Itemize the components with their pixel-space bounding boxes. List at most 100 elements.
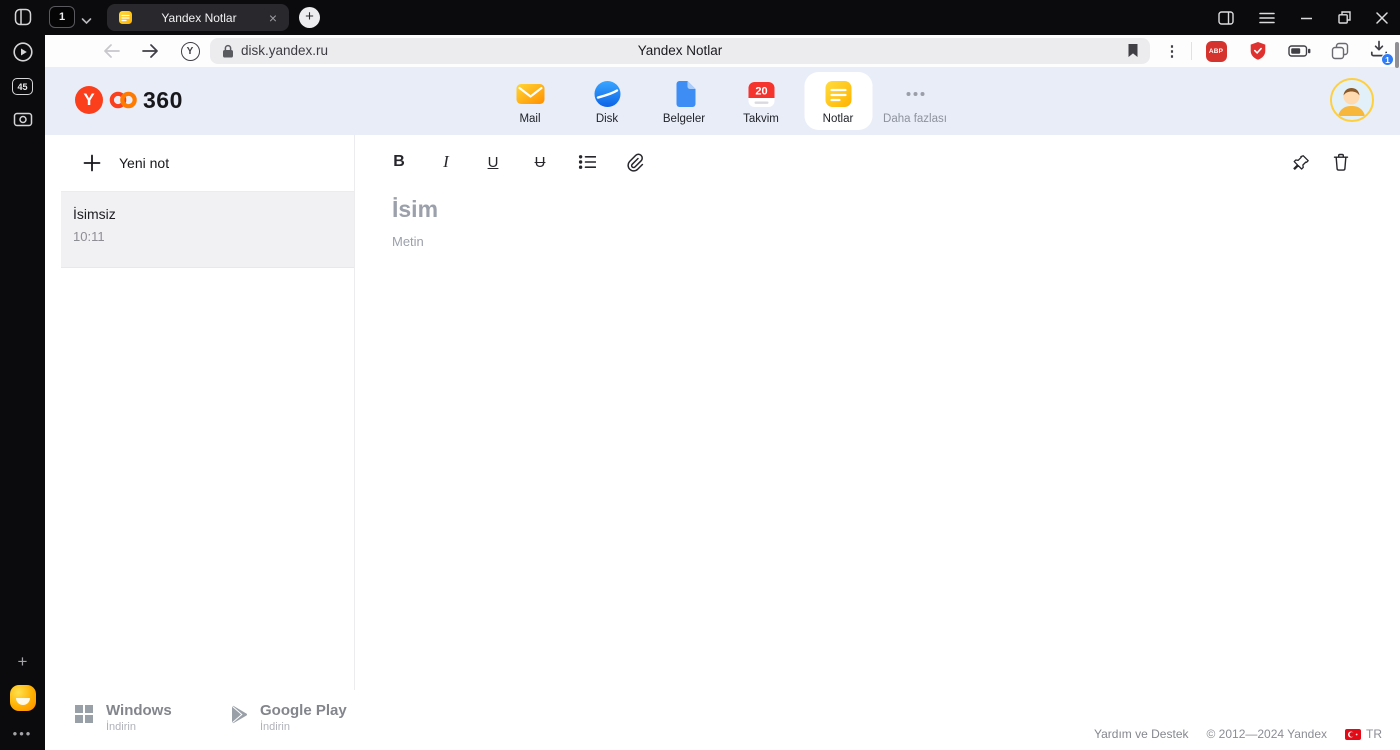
web-page: Y 360 Mail Disk Belgeler 20 Takvim Notla… xyxy=(45,67,1400,750)
notes-icon xyxy=(825,81,851,107)
window-controls xyxy=(1218,0,1388,35)
windows-icon xyxy=(75,705,93,723)
abp-label: ABP xyxy=(1205,40,1227,62)
tab-counter-badge[interactable]: 45 xyxy=(12,78,33,95)
browser-side-panel: 45 + ••• xyxy=(0,0,45,750)
note-item-time: 10:11 xyxy=(73,229,105,244)
browser-toolbar: Y disk.yandex.ru Yandex Notlar ⋮ ABP 1 xyxy=(45,35,1400,67)
protect-letter: Y xyxy=(180,41,200,61)
strikethrough-button[interactable]: U xyxy=(524,147,556,177)
note-list-item[interactable]: İsimsiz 10:11 xyxy=(61,192,354,268)
plus-icon xyxy=(83,154,101,172)
nav-label: Disk xyxy=(595,113,619,125)
documents-icon xyxy=(676,81,695,107)
nav-label: Mail xyxy=(519,113,541,125)
downloads-icon[interactable]: 1 xyxy=(1365,35,1394,67)
toolbar-menu-icon[interactable]: ⋮ xyxy=(1161,35,1183,67)
browser-menu-icon[interactable] xyxy=(1259,12,1275,24)
logo-rings-icon xyxy=(109,91,137,109)
footer-right: Yardım ve Destek © 2012—2024 Yandex TR xyxy=(1094,727,1382,741)
collections-icon[interactable] xyxy=(1327,35,1353,67)
tab-group-button[interactable]: 1 xyxy=(49,6,75,28)
download-count-badge: 1 xyxy=(1381,53,1394,66)
sidebar-add-icon[interactable]: + xyxy=(18,653,28,670)
sidebar-more-icon[interactable]: ••• xyxy=(13,726,33,741)
forward-icon[interactable] xyxy=(138,35,162,67)
nav-item-takvim[interactable]: 20 Takvim xyxy=(727,72,795,130)
attach-button[interactable] xyxy=(618,147,650,177)
browser-window: 45 + ••• 1 Yandex Notlar × + Y disk.yand… xyxy=(0,0,1400,750)
close-window-icon[interactable] xyxy=(1376,11,1388,24)
screenshot-icon[interactable] xyxy=(13,110,33,128)
trash-icon xyxy=(1333,153,1349,171)
notes-list-panel: Yeni not İsimsiz 10:11 xyxy=(61,135,355,690)
yandex-browser-icon[interactable] xyxy=(9,685,36,711)
note-editor: B I U U İsim Metin xyxy=(355,135,1400,690)
nav-item-mail[interactable]: Mail xyxy=(496,72,564,130)
nav-item-disk[interactable]: Disk xyxy=(573,72,641,130)
services-nav: Mail Disk Belgeler 20 Takvim Notlar Daha… xyxy=(496,72,949,130)
minimize-icon[interactable] xyxy=(1300,12,1313,24)
format-toolbar: B I U U xyxy=(355,135,1400,189)
tab-close-icon[interactable]: × xyxy=(265,11,281,25)
protect-icon[interactable]: Y xyxy=(177,35,203,67)
yandex-360-logo[interactable]: Y 360 xyxy=(75,86,183,114)
nav-item-notlar[interactable]: Notlar xyxy=(804,72,872,130)
google-play-download-link[interactable]: Google Play İndirin xyxy=(230,703,347,733)
abp-extension-icon[interactable]: ABP xyxy=(1203,35,1229,67)
note-item-title: İsimsiz xyxy=(73,206,116,222)
list-icon xyxy=(578,155,596,169)
more-services-icon xyxy=(900,79,930,109)
service-header: Y 360 Mail Disk Belgeler 20 Takvim Notla… xyxy=(45,67,1400,135)
google-play-icon xyxy=(232,705,247,724)
pin-icon xyxy=(1292,154,1309,170)
back-icon[interactable] xyxy=(99,35,123,67)
tab-title: Yandex Notlar xyxy=(161,10,237,25)
language-code: TR xyxy=(1366,727,1382,741)
copyright-text: © 2012—2024 Yandex xyxy=(1206,727,1328,741)
help-link[interactable]: Yardım ve Destek xyxy=(1094,727,1188,741)
page-footer: Windows İndirin Google Play İndirin Yard… xyxy=(45,690,1400,750)
paperclip-icon xyxy=(626,153,643,172)
page-title: Yandex Notlar xyxy=(637,43,723,58)
calendar-date-badge: 20 xyxy=(755,86,767,98)
pin-note-button[interactable] xyxy=(1288,148,1314,176)
store-subtitle: İndirin xyxy=(260,721,290,733)
restore-icon[interactable] xyxy=(1338,11,1351,24)
calendar-icon: 20 xyxy=(748,82,774,107)
scrollbar-thumb[interactable] xyxy=(1395,42,1399,68)
list-button[interactable] xyxy=(571,147,603,177)
nav-label: Notlar xyxy=(822,113,854,125)
shield-extension-icon[interactable] xyxy=(1245,35,1271,67)
notes-app: Yeni not İsimsiz 10:11 B I U U İsim Meti… xyxy=(45,135,1400,690)
bold-button[interactable]: B xyxy=(383,147,415,177)
note-body-input[interactable]: Metin xyxy=(392,234,1400,249)
user-avatar[interactable] xyxy=(1330,78,1374,122)
underline-button[interactable]: U xyxy=(477,147,509,177)
delete-note-button[interactable] xyxy=(1328,148,1354,176)
play-icon[interactable] xyxy=(12,41,34,63)
nav-item-daha-fazlasi[interactable]: Daha fazlası xyxy=(881,72,949,130)
new-tab-button[interactable]: + xyxy=(299,7,320,28)
nav-label: Takvim xyxy=(743,113,779,125)
language-selector[interactable]: TR xyxy=(1345,727,1382,741)
new-note-button[interactable]: Yeni not xyxy=(61,135,354,192)
mail-icon xyxy=(516,84,544,104)
sidebar-toggle-icon[interactable] xyxy=(14,8,32,26)
battery-icon[interactable] xyxy=(1285,35,1313,67)
nav-label: Belgeler xyxy=(662,113,706,125)
store-subtitle: İndirin xyxy=(106,721,136,733)
italic-button[interactable]: I xyxy=(430,147,462,177)
bookmark-icon[interactable] xyxy=(1127,43,1139,63)
note-title-input[interactable]: İsim xyxy=(392,196,1400,223)
panel-view-icon[interactable] xyxy=(1218,10,1234,25)
logo-360-text: 360 xyxy=(143,86,183,113)
toolbar-divider xyxy=(1191,42,1192,60)
tab-bar: 1 Yandex Notlar × + xyxy=(45,0,1400,35)
active-tab[interactable]: Yandex Notlar × xyxy=(107,4,289,31)
address-bar[interactable]: disk.yandex.ru Yandex Notlar xyxy=(210,38,1150,64)
disk-icon xyxy=(594,81,620,107)
windows-download-link[interactable]: Windows İndirin xyxy=(75,703,172,733)
tab-list-chevron-icon[interactable] xyxy=(81,12,92,30)
nav-item-belgeler[interactable]: Belgeler xyxy=(650,72,718,130)
